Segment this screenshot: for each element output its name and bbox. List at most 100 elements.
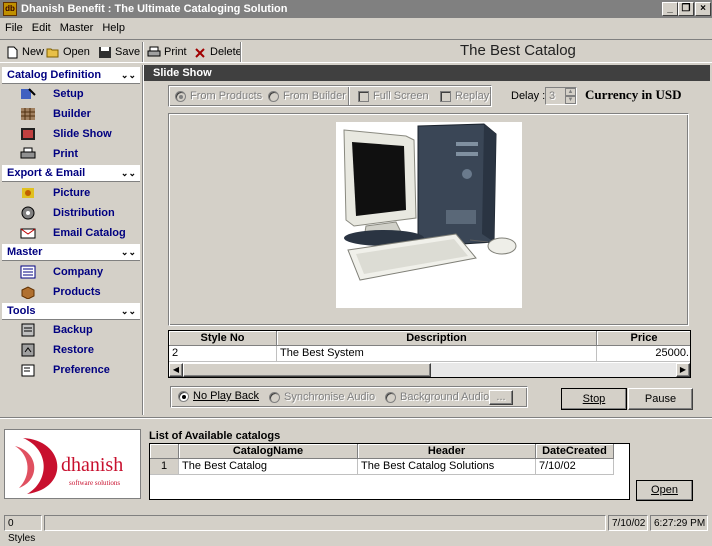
catalog-list-table[interactable]: CatalogName Header DateCreated 1 The Bes… — [149, 443, 630, 500]
scroll-left-icon[interactable]: ◀ — [169, 363, 183, 377]
sidebar-item-builder[interactable]: Builder — [2, 105, 140, 123]
sidebar-item-email-catalog[interactable]: Email Catalog — [2, 224, 140, 242]
sidebar-item-label: Print — [53, 148, 79, 160]
delete-button[interactable]: Delete — [193, 43, 242, 61]
setup-icon — [21, 88, 36, 99]
sidebar-item-preference[interactable]: Preference — [2, 361, 140, 379]
menu-edit[interactable]: Edit — [27, 22, 55, 34]
new-button[interactable]: New — [5, 43, 44, 61]
table-cell[interactable]: 7/10/02 — [536, 459, 614, 475]
pause-button[interactable]: Pause — [628, 388, 693, 410]
delay-spinner[interactable]: 3 ▲ ▼ — [545, 87, 577, 105]
pause-label: Pause — [644, 393, 677, 405]
sidebar-item-label: Setup — [53, 88, 84, 100]
minimize-button[interactable]: _ — [662, 2, 678, 16]
section-catalog-definition[interactable]: Catalog Definition ⌄⌄ — [2, 67, 140, 84]
sync-audio-label: Synchronise Audio — [284, 391, 376, 403]
scrollbar-thumb[interactable] — [183, 363, 431, 377]
logo-name: dhanish — [61, 454, 124, 476]
collapse-chevron-icon[interactable]: ⌄⌄ — [121, 165, 136, 182]
full-screen-checkbox[interactable]: Full Screen — [358, 90, 429, 102]
section-export-email[interactable]: Export & Email ⌄⌄ — [2, 165, 140, 182]
background-audio-label: Background Audio — [400, 391, 490, 403]
from-builder-label: From Builder — [283, 90, 346, 102]
open-catalog-button[interactable]: Open — [636, 480, 693, 501]
panel-divider — [142, 65, 144, 415]
sidebar-item-label: Email Catalog — [53, 227, 126, 239]
collapse-chevron-icon[interactable]: ⌄⌄ — [121, 244, 136, 261]
sidebar-item-label: Backup — [53, 324, 93, 336]
browse-audio-button[interactable]: ... — [489, 390, 513, 405]
print-button[interactable]: Print — [147, 43, 187, 61]
sidebar-item-products[interactable]: Products — [2, 283, 140, 301]
column-header[interactable]: Header — [358, 444, 536, 459]
save-button[interactable]: Save — [98, 43, 140, 61]
radio-indicator — [385, 391, 396, 403]
stop-button[interactable]: Stop — [561, 388, 627, 410]
delay-label: Delay : — [511, 90, 546, 102]
no-playback-radio[interactable]: No Play Back — [178, 390, 259, 402]
restore-icon — [21, 343, 35, 357]
slideshow-icon — [21, 128, 35, 140]
row-number[interactable]: 1 — [150, 459, 179, 475]
replay-checkbox[interactable]: Replay — [440, 90, 489, 102]
replay-label: Replay — [455, 90, 490, 102]
distribution-icon — [21, 206, 35, 220]
sidebar-item-setup[interactable]: Setup — [2, 85, 140, 103]
table-cell[interactable]: 25000. — [597, 346, 690, 362]
window-title: Dhanish Benefit : The Ultimate Catalogin… — [21, 3, 288, 15]
menu-file[interactable]: File — [0, 22, 27, 34]
spin-down-icon[interactable]: ▼ — [565, 96, 576, 104]
catalog-title: The Best Catalog — [460, 42, 576, 59]
column-header[interactable]: Description — [277, 331, 597, 346]
column-header[interactable]: CatalogName — [179, 444, 358, 459]
table-cell[interactable]: The Best System — [277, 346, 597, 362]
from-builder-radio[interactable]: From Builder — [268, 90, 346, 102]
sidebar-item-slide-show[interactable]: Slide Show — [2, 125, 140, 143]
radio-indicator — [175, 90, 186, 102]
sidebar-item-print[interactable]: Print — [2, 145, 140, 163]
column-header[interactable]: Price — [597, 331, 690, 346]
column-header[interactable]: DateCreated — [536, 444, 614, 459]
sidebar-item-label: Distribution — [53, 207, 115, 219]
logo-tagline: software solutions — [69, 479, 121, 487]
spin-up-icon[interactable]: ▲ — [565, 88, 576, 96]
table-cell[interactable]: 2 — [169, 346, 277, 362]
sidebar-item-label: Slide Show — [53, 128, 112, 140]
menu-master[interactable]: Master — [55, 22, 98, 34]
section-master[interactable]: Master ⌄⌄ — [2, 244, 140, 261]
sidebar-item-restore[interactable]: Restore — [2, 341, 140, 359]
computer-system-icon — [343, 123, 517, 281]
products-icon — [21, 286, 35, 299]
printer-icon — [147, 46, 161, 56]
from-products-radio[interactable]: From Products — [175, 90, 262, 102]
menu-help[interactable]: Help — [97, 22, 129, 34]
sidebar-item-backup[interactable]: Backup — [2, 321, 140, 339]
section-title: Export & Email — [7, 167, 86, 179]
close-button[interactable]: × — [695, 2, 711, 16]
section-tools[interactable]: Tools ⌄⌄ — [2, 303, 140, 320]
sidebar-item-distribution[interactable]: Distribution — [2, 204, 140, 222]
full-screen-label: Full Screen — [373, 90, 429, 102]
scroll-right-icon[interactable]: ▶ — [676, 363, 690, 377]
open-button[interactable]: Open — [46, 43, 90, 61]
product-table[interactable]: Style No Description Price 2 The Best Sy… — [168, 330, 691, 378]
sidebar-item-company[interactable]: Company — [2, 263, 140, 281]
sidebar-item-picture[interactable]: Picture — [2, 184, 140, 202]
table-cell[interactable]: The Best Catalog — [179, 459, 358, 475]
background-audio-radio[interactable]: Background Audio — [385, 391, 489, 403]
restore-button[interactable]: ❐ — [678, 2, 694, 16]
table-cell[interactable]: The Best Catalog Solutions — [358, 459, 536, 475]
row-header-corner — [150, 444, 179, 459]
horizontal-scrollbar[interactable]: ◀ ▶ — [169, 363, 690, 377]
status-time: 6:27:29 PM — [650, 515, 708, 531]
collapse-chevron-icon[interactable]: ⌄⌄ — [121, 303, 136, 320]
new-label: New — [22, 46, 45, 58]
column-header[interactable]: Style No — [169, 331, 277, 346]
options-divider — [348, 87, 350, 105]
section-title: Catalog Definition — [7, 69, 102, 81]
print-label: Print — [164, 46, 187, 58]
sync-audio-radio[interactable]: Synchronise Audio — [269, 391, 375, 403]
collapse-chevron-icon[interactable]: ⌄⌄ — [121, 67, 136, 84]
printer-icon — [20, 147, 36, 159]
